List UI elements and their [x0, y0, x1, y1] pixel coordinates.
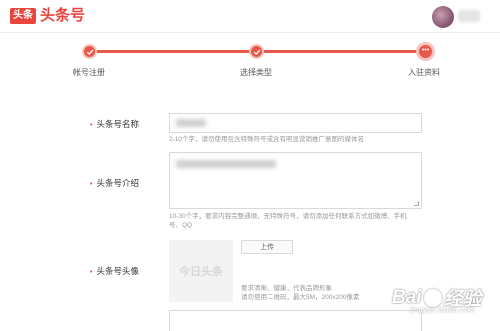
user-name-blurred[interactable] — [458, 10, 480, 22]
required-mark: • — [90, 181, 93, 188]
intro-hint-line1: 10-30个字，要求内容完整通顺，无特殊符号，请勿添加任何联系方式如微博、手机 — [169, 213, 407, 220]
intro-textarea[interactable] — [169, 152, 422, 209]
watermark-text-a: Bai — [392, 286, 422, 308]
intro-hint-line2: 号、QQ — [169, 222, 193, 229]
intro-label: • 头条号介绍 — [90, 178, 139, 188]
name-value-blurred — [176, 119, 206, 127]
required-mark: • — [90, 122, 93, 129]
step-1-check-icon — [82, 44, 97, 59]
step-3-label: 入驻资料 — [408, 68, 440, 77]
step-1-label: 帐号注册 — [73, 68, 105, 77]
progress-steps: 帐号注册 选择类型 ••• 入驻资料 — [0, 36, 500, 84]
resize-handle[interactable] — [414, 201, 419, 206]
upload-button[interactable]: 上传 — [241, 240, 293, 254]
step-3-current-icon: ••• — [416, 42, 435, 61]
step-2-check-icon — [249, 44, 264, 59]
top-bar: 头条 头条号 — [0, 0, 500, 33]
avatar-preview: 今日头条 — [169, 240, 233, 302]
user-avatar[interactable] — [432, 6, 454, 28]
required-mark: • — [90, 269, 93, 276]
logo-text: 头条号 — [40, 7, 86, 24]
paw-icon — [423, 288, 442, 307]
avatar-hint-line1: 要求清晰、健康，代表品牌形象 — [241, 285, 332, 292]
toutiao-logo[interactable]: 头条 头条号 — [10, 7, 85, 25]
step-2-label: 选择类型 — [240, 68, 272, 77]
avatar-placeholder-text: 今日头条 — [179, 266, 223, 278]
next-field-input[interactable] — [169, 310, 422, 331]
name-label: • 头条号名称 — [90, 119, 139, 129]
avatar-hint-line2: 请勿使用二维码，最大5M，200x200像素 — [241, 294, 360, 301]
intro-value-blurred — [176, 160, 276, 168]
watermark-url: jingyan.baidu.com — [410, 307, 475, 314]
logo-badge: 头条 — [10, 8, 36, 24]
name-hint: 2-10个字，请勿使用包含特殊符号或含有明显营销推广意图的媒体名 — [169, 136, 365, 143]
avatar-label: • 头条号头像 — [90, 266, 139, 276]
name-input[interactable] — [169, 113, 422, 133]
